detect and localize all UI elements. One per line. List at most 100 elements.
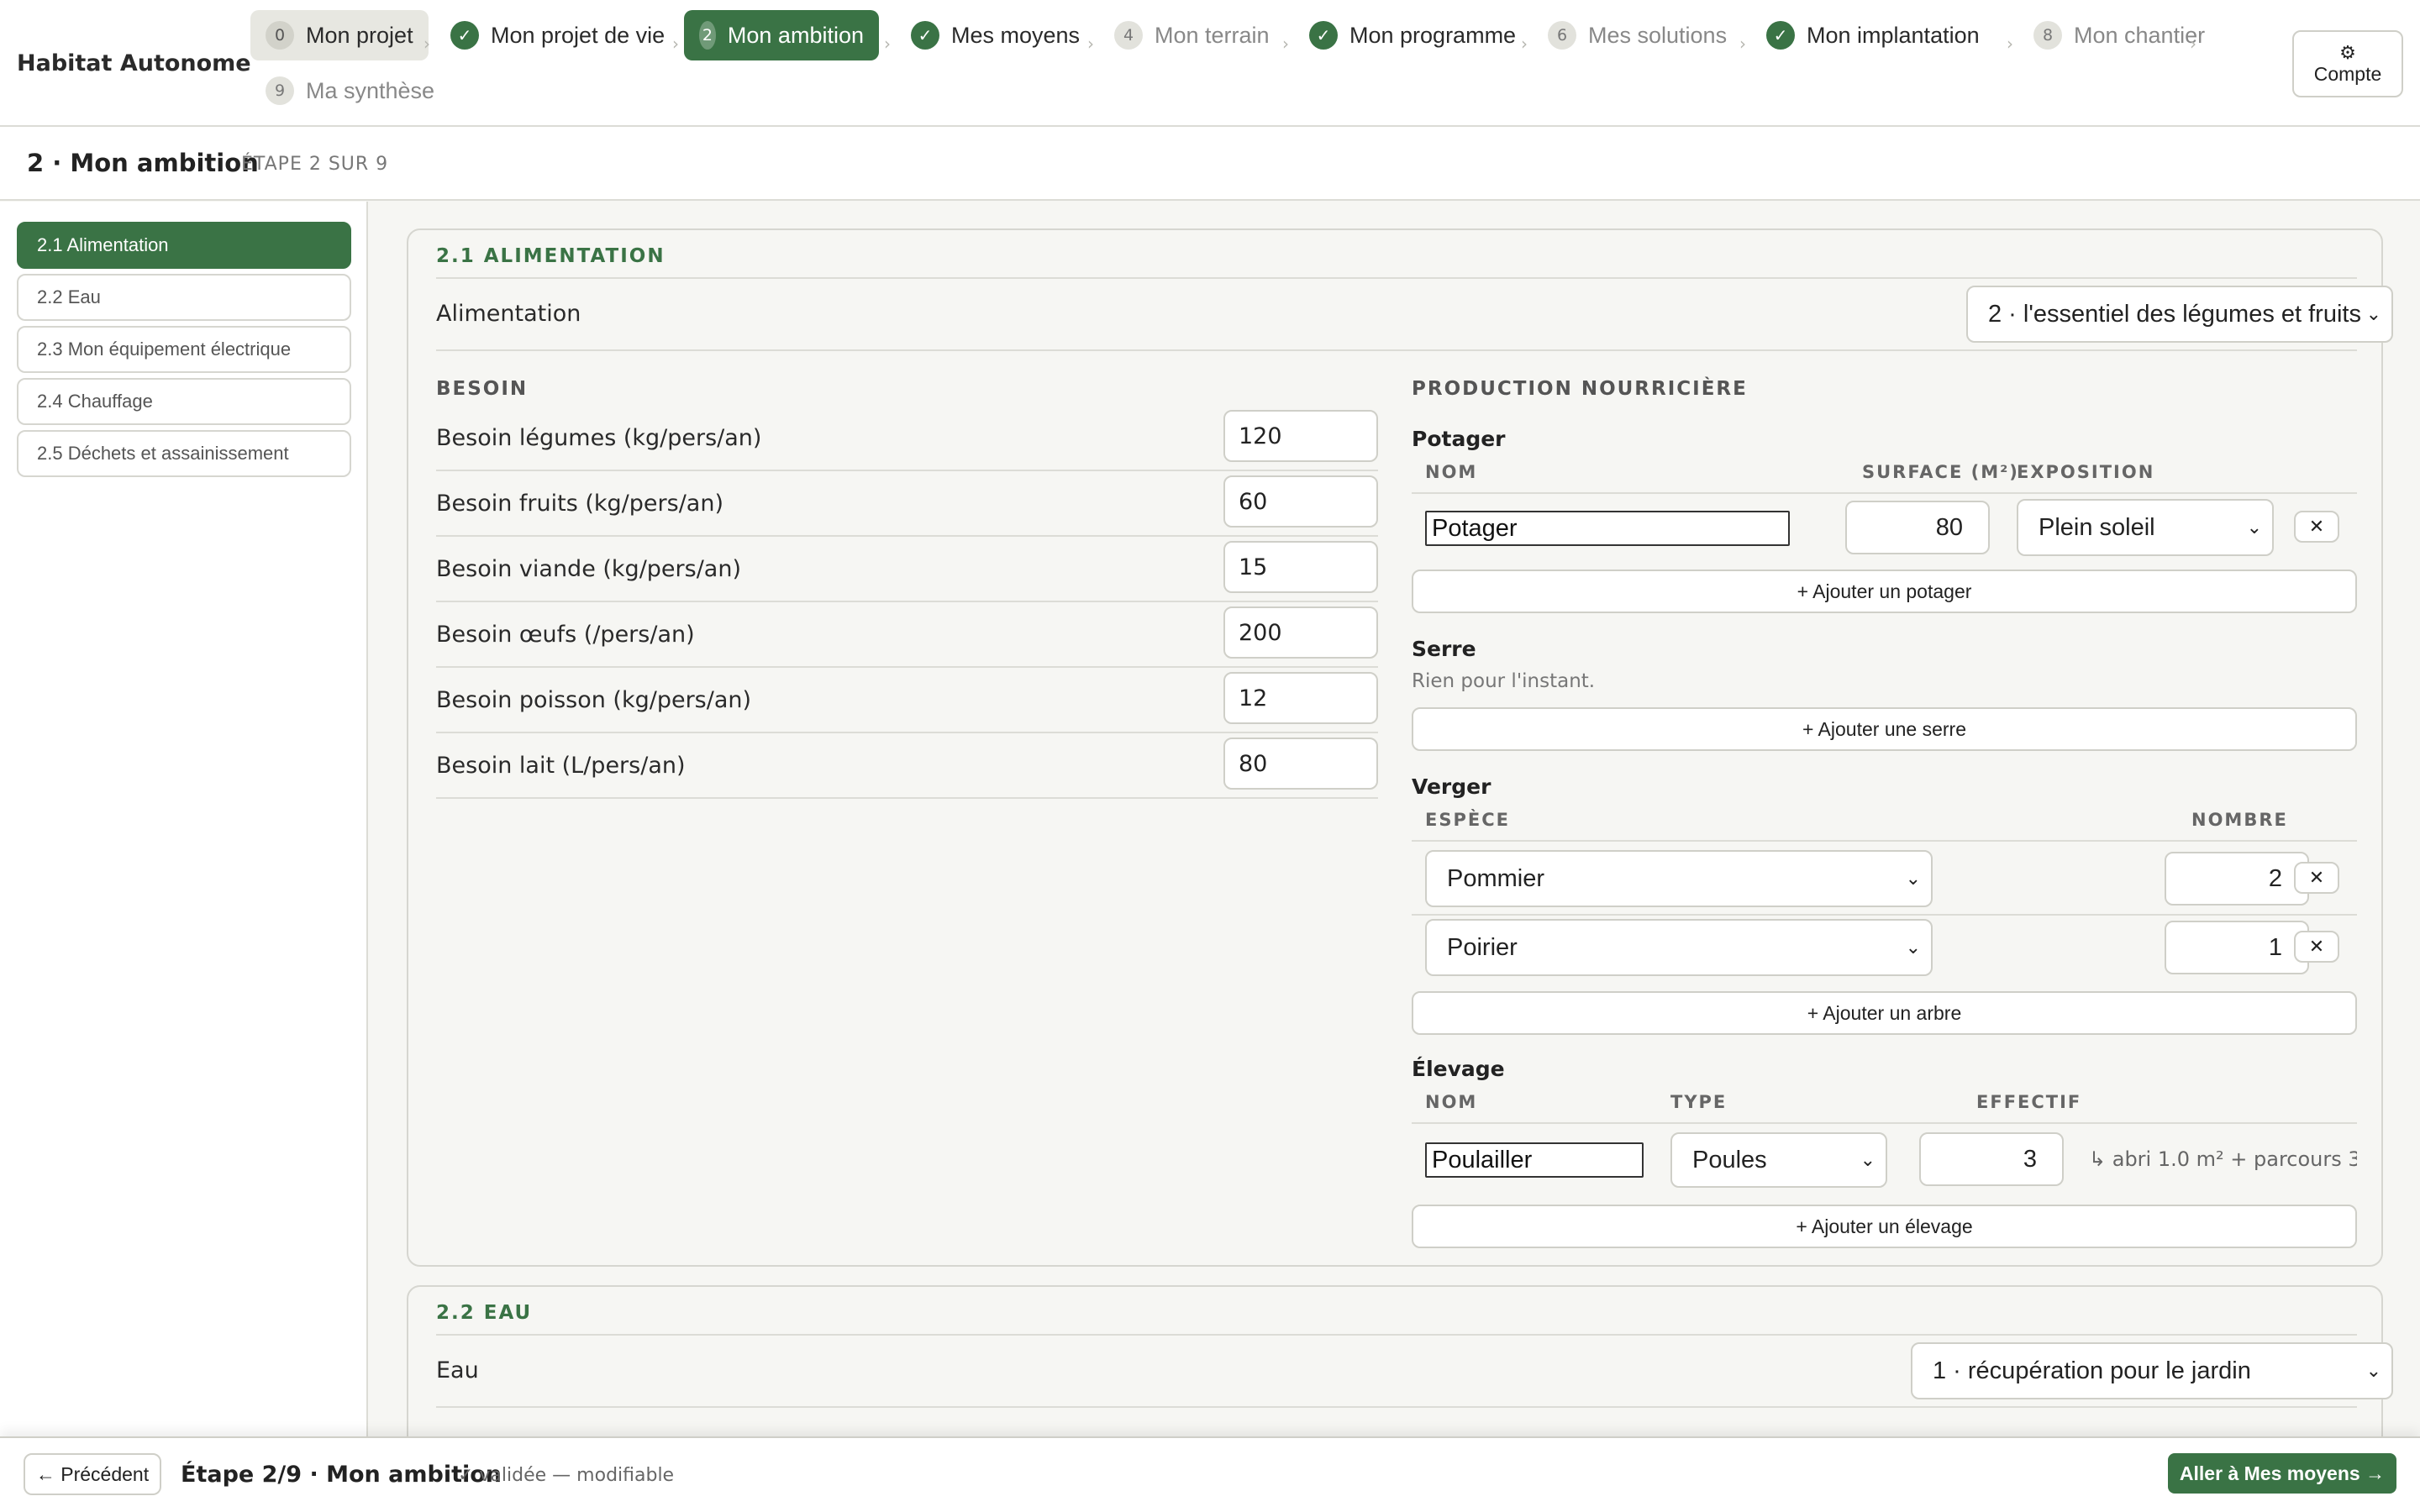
- step-7-mon-implantation[interactable]: ✓ Mon implantation: [1751, 10, 1995, 60]
- main-content[interactable]: 2.1 ALIMENTATION Alimentation 2 · l'esse…: [370, 202, 2420, 1436]
- besoin-lait-input[interactable]: 80: [1223, 738, 1378, 790]
- selected-value: 1 · récupération pour le jardin: [1933, 1357, 2251, 1384]
- step-label: Mon ambition: [727, 22, 864, 48]
- elevage-effectif-input[interactable]: 3: [1919, 1132, 2064, 1186]
- step-navigation: 0 Mon projet › ✓ Mon projet de vie › 2 M…: [250, 10, 2250, 119]
- selected-value: Pommier: [1447, 864, 1545, 892]
- divider: [436, 349, 2357, 351]
- besoin-viande-input[interactable]: 15: [1223, 541, 1378, 593]
- page-title: 2 · Mon ambition: [27, 149, 259, 177]
- step-6-mes-solutions[interactable]: 6 Mes solutions: [1533, 10, 1742, 60]
- verger-nombre-input[interactable]: 2: [2165, 852, 2309, 906]
- step-number-badge: 2: [699, 21, 716, 50]
- divider: [436, 666, 1378, 668]
- step-number-badge: 6: [1548, 21, 1576, 50]
- elevage-type-select[interactable]: Poules ⌄: [1670, 1132, 1887, 1188]
- potager-col-surface: SURFACE (M²): [1862, 462, 2019, 482]
- step-number-badge: 9: [266, 76, 294, 105]
- step-label: Ma synthèse: [306, 77, 435, 103]
- step-5-mon-programme[interactable]: ✓ Mon programme: [1294, 10, 1531, 60]
- verger-espece-select[interactable]: Pommier ⌄: [1425, 850, 1933, 907]
- eau-card: 2.2 EAU Eau 1 · récupération pour le jar…: [407, 1285, 2393, 1436]
- elevage-nom-input[interactable]: Poulailler: [1425, 1142, 1644, 1178]
- alimentation-card: 2.1 ALIMENTATION Alimentation 2 · l'esse…: [407, 228, 2393, 1267]
- step-label: Mon chantier: [2074, 22, 2206, 48]
- step-3-mes-moyens[interactable]: ✓ Mes moyens: [896, 10, 1095, 60]
- divider: [436, 535, 1378, 537]
- footer-status: ✓ validée — modifiable: [458, 1465, 675, 1486]
- add-potager-button[interactable]: + Ajouter un potager: [1412, 570, 2357, 613]
- step-9-ma-synthese[interactable]: 9 Ma synthèse: [250, 66, 450, 116]
- chevron-right-icon: ›: [1521, 34, 1528, 54]
- elevage-surface-hint: ↳ abri 1.0 m² + parcours 30 m²: [2089, 1147, 2357, 1171]
- divider: [436, 1406, 2357, 1408]
- step-count: ÉTAPE 2 SUR 9: [241, 154, 389, 175]
- step-label: Mon terrain: [1155, 22, 1270, 48]
- check-icon: ✓: [911, 21, 939, 50]
- serre-title: Serre: [1412, 637, 1476, 661]
- account-button[interactable]: ⚙ Compte: [2292, 30, 2403, 97]
- sidebar-item-dechets-assainissement[interactable]: 2.5 Déchets et assainissement: [17, 430, 351, 477]
- divider: [1412, 914, 2357, 916]
- besoin-heading: BESOIN: [436, 378, 529, 400]
- sidebar-item-alimentation[interactable]: 2.1 Alimentation: [17, 222, 351, 269]
- verger-title: Verger: [1412, 774, 1491, 799]
- potager-col-nom: NOM: [1425, 462, 1478, 482]
- divider: [436, 277, 2357, 279]
- step-2-mon-ambition[interactable]: 2 Mon ambition: [684, 10, 879, 60]
- check-icon: ✓: [1309, 21, 1338, 50]
- besoin-poisson-label: Besoin poisson (kg/pers/an): [436, 687, 752, 713]
- add-serre-button[interactable]: + Ajouter une serre: [1412, 707, 2357, 751]
- potager-surface-input[interactable]: 80: [1845, 501, 1990, 554]
- verger-espece-select[interactable]: Poirier ⌄: [1425, 919, 1933, 976]
- remove-arbre-button[interactable]: ✕: [2294, 931, 2339, 963]
- elevage-col-nom: NOM: [1425, 1092, 1478, 1112]
- divider: [436, 470, 1378, 471]
- potager-nom-input[interactable]: Potager: [1425, 511, 1790, 546]
- previous-button[interactable]: ← Précédent: [24, 1453, 161, 1495]
- potager-exposition-select[interactable]: Plein soleil ⌄: [2017, 499, 2274, 556]
- divider: [436, 601, 1378, 602]
- remove-potager-button[interactable]: ✕: [2294, 511, 2339, 543]
- sidebar-item-eau[interactable]: 2.2 Eau: [17, 274, 351, 321]
- chevron-right-icon: ›: [884, 34, 891, 54]
- verger-nombre-input[interactable]: 1: [2165, 921, 2309, 974]
- sidebar-item-chauffage[interactable]: 2.4 Chauffage: [17, 378, 351, 425]
- besoin-fruits-input[interactable]: 60: [1223, 475, 1378, 528]
- alimentation-level-select[interactable]: 2 · l'essentiel des légumes et fruits ⌄: [1966, 286, 2393, 343]
- footer-bar: ← Précédent Étape 2/9 · Mon ambition ✓ v…: [0, 1436, 2420, 1512]
- step-label: Mon implantation: [1807, 22, 1980, 48]
- eau-level-label: Eau: [436, 1357, 479, 1383]
- besoin-lait-label: Besoin lait (L/pers/an): [436, 753, 686, 779]
- step-1-mon-projet-de-vie[interactable]: ✓ Mon projet de vie: [435, 10, 680, 60]
- besoin-legumes-input[interactable]: 120: [1223, 410, 1378, 462]
- besoin-oeufs-input[interactable]: 200: [1223, 606, 1378, 659]
- step-0-mon-projet[interactable]: 0 Mon projet: [250, 10, 429, 60]
- next-step-button[interactable]: Aller à Mes moyens →: [2168, 1453, 2396, 1494]
- divider: [436, 732, 1378, 733]
- chevron-right-icon: ›: [2190, 34, 2196, 54]
- divider: [1412, 840, 2357, 842]
- sidebar-item-equipement-electrique[interactable]: 2.3 Mon équipement électrique: [17, 326, 351, 373]
- check-icon: ✓: [450, 21, 479, 50]
- step-4-mon-terrain[interactable]: 4 Mon terrain: [1099, 10, 1285, 60]
- potager-title: Potager: [1412, 427, 1506, 451]
- besoin-poisson-input[interactable]: 12: [1223, 672, 1378, 724]
- section-title: 2.2 EAU: [436, 1302, 533, 1324]
- chevron-down-icon: ⌄: [1860, 1149, 1876, 1170]
- add-elevage-button[interactable]: + Ajouter un élevage: [1412, 1205, 2357, 1248]
- chevron-right-icon: ›: [1739, 34, 1746, 54]
- selected-value: 2 · l'essentiel des légumes et fruits: [1988, 300, 2361, 328]
- chevron-right-icon: ›: [424, 34, 430, 54]
- elevage-col-effectif: EFFECTIF: [1976, 1092, 2082, 1112]
- chevron-down-icon: ⌄: [1905, 937, 1921, 958]
- add-arbre-button[interactable]: + Ajouter un arbre: [1412, 991, 2357, 1035]
- chevron-right-icon: ›: [672, 34, 679, 54]
- top-header: Habitat Autonome 0 Mon projet › ✓ Mon pr…: [0, 0, 2420, 127]
- remove-arbre-button[interactable]: ✕: [2294, 862, 2339, 894]
- chevron-down-icon: ⌄: [1905, 868, 1921, 889]
- eau-level-select[interactable]: 1 · récupération pour le jardin ⌄: [1911, 1342, 2393, 1399]
- selected-value: Plein soleil: [2039, 513, 2155, 541]
- step-label: Mon projet de vie: [491, 22, 666, 48]
- chevron-right-icon: ›: [1282, 34, 1289, 54]
